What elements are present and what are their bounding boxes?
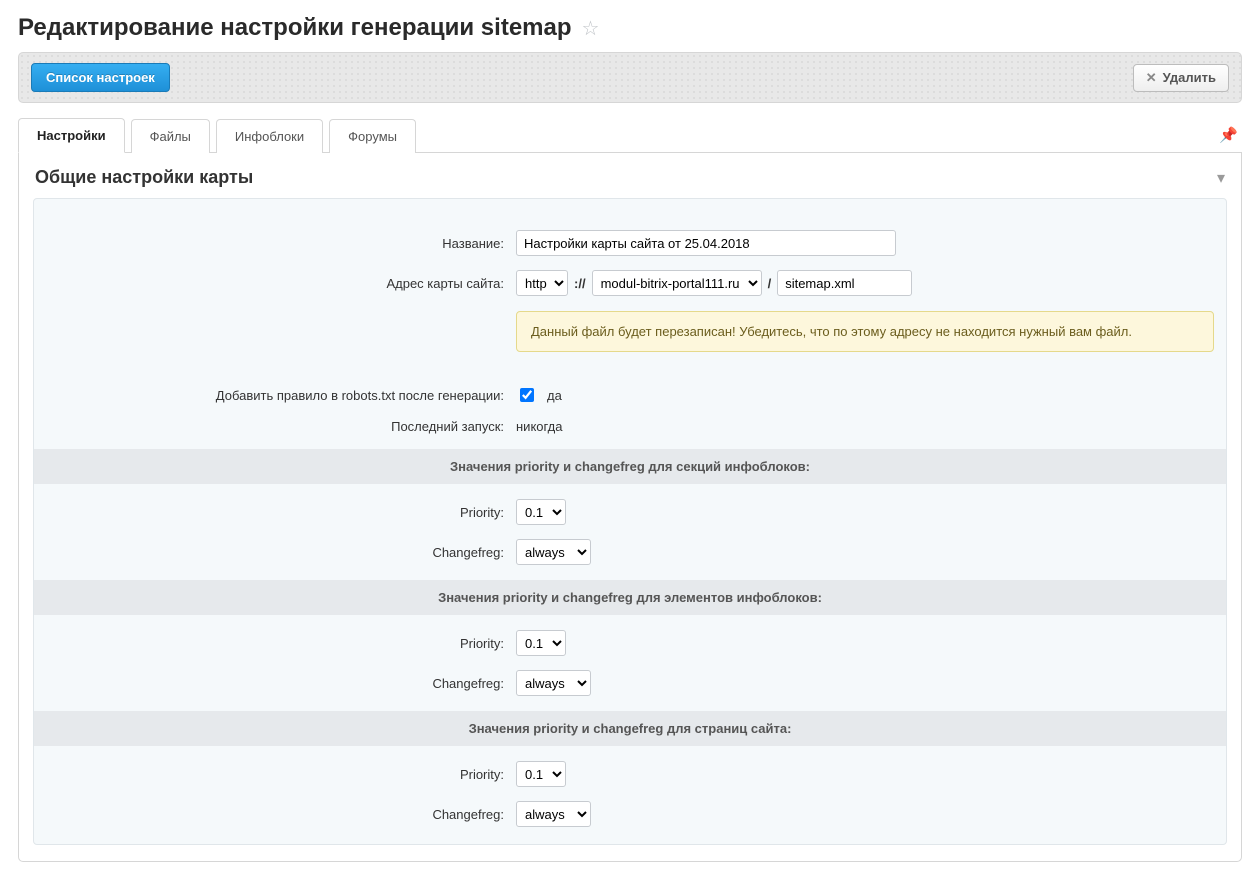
tab-infoblocks[interactable]: Инфоблоки: [216, 119, 323, 153]
toolbar: Список настроек ✕ Удалить: [18, 52, 1242, 103]
el-priority-select[interactable]: 0.1: [516, 630, 566, 656]
row-el-changefreq: Changefreg: always: [34, 663, 1226, 703]
subheader-elements: Значения priority и changefreg для элеме…: [34, 580, 1226, 615]
delete-button[interactable]: ✕ Удалить: [1133, 64, 1229, 92]
separator-slash: /: [768, 276, 772, 291]
domain-select[interactable]: modul-bitrix-portal111.ru: [592, 270, 762, 296]
pin-icon[interactable]: 📌: [1215, 120, 1242, 150]
el-changefreq-label: Changefreg:: [46, 676, 516, 691]
pg-changefreq-select[interactable]: always: [516, 801, 591, 827]
delete-button-label: Удалить: [1163, 70, 1216, 85]
separator-protocol: ://: [574, 276, 586, 291]
close-icon: ✕: [1146, 70, 1157, 86]
row-robots: Добавить правило в robots.txt после гене…: [34, 378, 1226, 412]
tab-settings[interactable]: Настройки: [18, 118, 125, 153]
row-el-priority: Priority: 0.1: [34, 623, 1226, 663]
section-title: Общие настройки карты: [35, 167, 253, 188]
tabs-row: Настройки Файлы Инфоблоки Форумы 📌: [18, 117, 1242, 153]
row-name: Название:: [34, 223, 1226, 263]
sec-changefreq-select[interactable]: always: [516, 539, 591, 565]
name-label: Название:: [46, 236, 516, 251]
lastrun-label: Последний запуск:: [46, 419, 516, 434]
subheader-sections: Значения priority и changefreg для секци…: [34, 449, 1226, 484]
subheader-pages: Значения priority и changefreg для стран…: [34, 711, 1226, 746]
row-lastrun: Последний запуск: никогда: [34, 412, 1226, 441]
section-title-row: Общие настройки карты ▾: [19, 153, 1241, 198]
overwrite-notice: Данный файл будет перезаписан! Убедитесь…: [516, 311, 1214, 352]
el-changefreq-select[interactable]: always: [516, 670, 591, 696]
settings-panel: Общие настройки карты ▾ Название: Адрес …: [18, 153, 1242, 862]
el-priority-label: Priority:: [46, 636, 516, 651]
lastrun-value: никогда: [516, 419, 562, 434]
row-pg-priority: Priority: 0.1: [34, 754, 1226, 794]
sec-priority-label: Priority:: [46, 505, 516, 520]
collapse-icon[interactable]: ▾: [1217, 168, 1225, 188]
robots-checkbox[interactable]: [520, 388, 534, 402]
sec-priority-select[interactable]: 0.1: [516, 499, 566, 525]
pg-priority-select[interactable]: 0.1: [516, 761, 566, 787]
protocol-select[interactable]: http: [516, 270, 568, 296]
form-box: Название: Адрес карты сайта: http :// mo…: [33, 198, 1227, 845]
tab-files[interactable]: Файлы: [131, 119, 210, 153]
pg-changefreq-label: Changefreg:: [46, 807, 516, 822]
row-sec-changefreq: Changefreg: always: [34, 532, 1226, 572]
sec-changefreq-label: Changefreg:: [46, 545, 516, 560]
row-pg-changefreq: Changefreg: always: [34, 794, 1226, 834]
page-title: Редактирование настройки генерации sitem…: [18, 14, 572, 42]
robots-yes-label: да: [547, 388, 562, 403]
row-sec-priority: Priority: 0.1: [34, 492, 1226, 532]
tab-forums[interactable]: Форумы: [329, 119, 416, 153]
name-input[interactable]: [516, 230, 896, 256]
page-title-row: Редактирование настройки генерации sitem…: [18, 0, 1242, 52]
robots-label: Добавить правило в robots.txt после гене…: [46, 388, 516, 403]
favorite-star-icon[interactable]: ☆: [582, 16, 600, 41]
address-label: Адрес карты сайта:: [46, 276, 516, 291]
settings-list-button[interactable]: Список настроек: [31, 63, 170, 92]
sitemap-file-input[interactable]: [777, 270, 912, 296]
pg-priority-label: Priority:: [46, 767, 516, 782]
row-address: Адрес карты сайта: http :// modul-bitrix…: [34, 263, 1226, 303]
